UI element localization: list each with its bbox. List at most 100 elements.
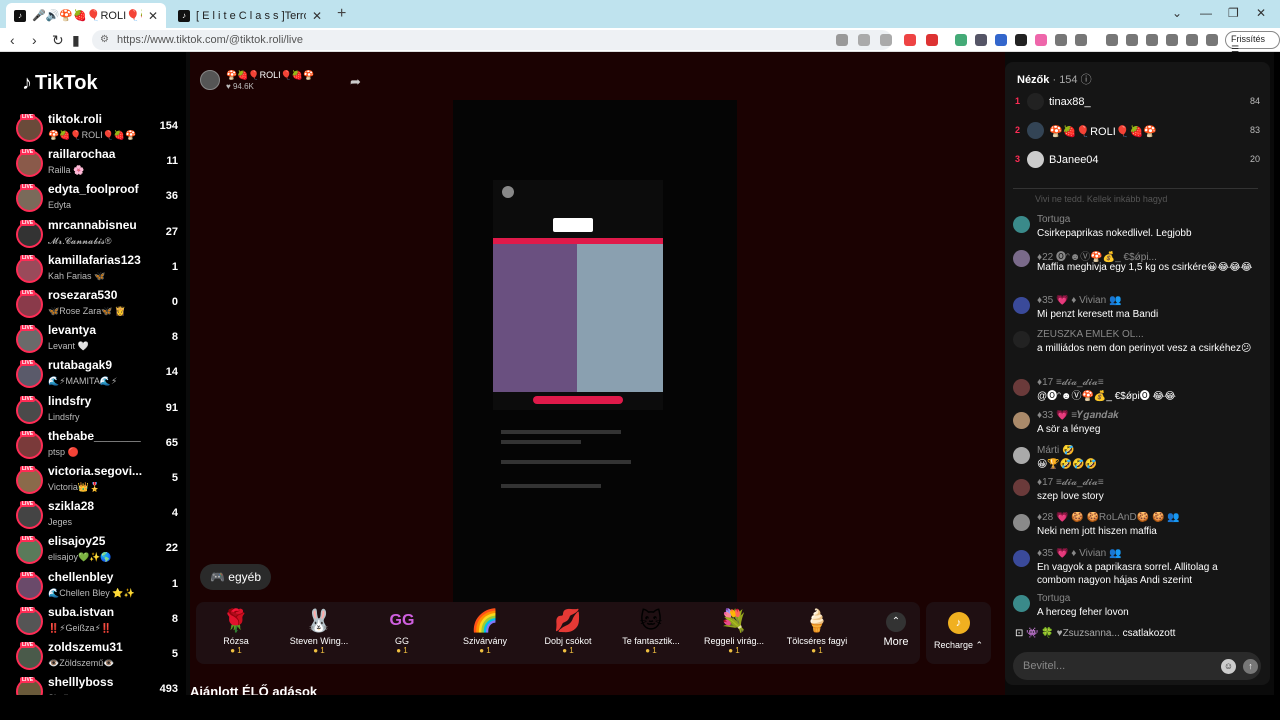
chat-username[interactable]: Tortuga	[1037, 214, 1257, 225]
chat-avatar[interactable]	[1013, 447, 1030, 464]
account-avatar[interactable]: LIVE	[16, 290, 43, 318]
account-avatar[interactable]: LIVE	[16, 395, 43, 424]
account-username[interactable]: chellenbley	[48, 570, 146, 584]
account-avatar[interactable]: LIVE	[16, 677, 43, 695]
chat-username[interactable]: ♦35 💗 ♦ Vivian 👥	[1037, 548, 1257, 559]
sidebar-account[interactable]: LIVE zoldszemu31 👁️Zöldszemű👁️ 5	[16, 640, 186, 675]
sidebar-account[interactable]: LIVE mrcannabisneu 𝓜𝓻.𝓒𝓪𝓷𝓷𝓪𝓫𝓲𝓼® 27	[16, 218, 186, 253]
sidebar-account[interactable]: LIVE elisajoy25 elisajoy💚✨🌎 22	[16, 534, 186, 569]
brave-shield-icon[interactable]	[904, 34, 916, 46]
url-field[interactable]: ⚙ https://www.tiktok.com/@tiktok.roli/li…	[92, 30, 892, 50]
account-avatar[interactable]: LIVE	[16, 571, 43, 600]
chat-username[interactable]: ♦33 💗 ≡𝒀𝒈𝒂𝒏𝒅𝒂𝒌	[1037, 410, 1257, 421]
chat-username[interactable]: ♦17 ≡𝓭𝓲𝓪_𝓭𝓲𝓪≡	[1037, 377, 1257, 388]
account-username[interactable]: elisajoy25	[48, 534, 146, 548]
extensions-icon[interactable]	[1055, 34, 1067, 46]
sidebar-account[interactable]: LIVE szikla28 Jeges 4	[16, 499, 186, 534]
chat-username[interactable]: ♦17 ≡𝓭𝓲𝓪_𝓭𝓲𝓪≡	[1037, 477, 1257, 488]
rewards-icon[interactable]	[926, 34, 938, 46]
sidebar-account[interactable]: LIVE chellenbley 🌊Chellen Bley ⭐✨ 1	[16, 570, 186, 605]
sidebar-account[interactable]: LIVE rosezara530 🦋Rose Zara🦋 👸 0	[16, 288, 186, 323]
sidebar-account[interactable]: LIVE suba.istvan ‼️⚡Geißza⚡‼️ 8	[16, 605, 186, 640]
chat-avatar[interactable]	[1013, 297, 1030, 314]
top-viewer[interactable]: 2 🍄🍓🎈ROLI🎈🍓🍄 83	[1015, 122, 1260, 142]
account-username[interactable]: kamillafarias123	[48, 253, 146, 267]
viewer-name[interactable]: 🍄🍓🎈ROLI🎈🍓🍄	[1049, 125, 1157, 138]
viewers-header[interactable]: Nézők · 154 ⓘ	[1017, 71, 1092, 87]
reload-icon[interactable]: ↻	[52, 32, 64, 49]
account-username[interactable]: rosezara530	[48, 288, 146, 302]
share-icon[interactable]: ➦	[350, 74, 361, 90]
host-avatar[interactable]	[200, 70, 220, 90]
account-avatar[interactable]: LIVE	[16, 149, 43, 178]
account-avatar[interactable]: LIVE	[16, 114, 43, 142]
account-username[interactable]: suba.istvan	[48, 605, 146, 619]
account-username[interactable]: rutabagak9	[48, 358, 146, 372]
tiktok-logo[interactable]: ♪ TikTok	[22, 72, 98, 95]
chat-username[interactable]: ♦35 💗 ♦ Vivian 👥	[1037, 295, 1257, 306]
gift-item[interactable]: GG GG ● 1	[362, 602, 442, 664]
tab-tiktok-live[interactable]: ♪ 🎤🔊🍄🍓🎈ROLI🎈🍓🍄(@tiktok.roli) is LIVE ✕	[6, 3, 166, 28]
account-avatar[interactable]: LIVE	[16, 606, 43, 635]
gift-item[interactable]: 🍦 Tölcséres fagyi ● 1	[777, 602, 857, 664]
tab-elite-class[interactable]: ♪ [ E l i t e C l a s s ]TerrorMe ✕	[170, 3, 330, 28]
account-username[interactable]: thebabe_______	[48, 429, 146, 443]
screenshot-icon[interactable]	[1075, 34, 1087, 46]
video-player[interactable]	[453, 100, 737, 605]
send-icon[interactable]: ↑	[1243, 659, 1258, 674]
download-icon[interactable]	[1106, 34, 1118, 46]
close-tab-icon[interactable]: ✕	[312, 9, 322, 23]
top-viewer[interactable]: 3 BJanee04 20	[1015, 151, 1260, 171]
extension-icon[interactable]	[1015, 34, 1027, 46]
chat-avatar[interactable]	[1013, 550, 1030, 567]
zoom-icon[interactable]	[858, 34, 870, 46]
sidebar-account[interactable]: LIVE victoria.segovi... Victoria👑🎖️ 5	[16, 464, 186, 499]
account-avatar[interactable]: LIVE	[16, 501, 43, 530]
tab-list-chevron-icon[interactable]: ⌄	[1172, 6, 1182, 20]
chat-avatar[interactable]	[1013, 379, 1030, 396]
chat-username[interactable]: ♦28 💗 🍪 🍪RoLAnD🍪 🍪 👥	[1037, 512, 1257, 523]
new-tab-icon[interactable]: +	[337, 5, 346, 23]
gift-item[interactable]: 🐰 Steven Wing... ● 1	[279, 602, 359, 664]
chat-avatar[interactable]	[1013, 250, 1030, 267]
account-username[interactable]: levantya	[48, 323, 146, 337]
account-username[interactable]: victoria.segovi...	[48, 464, 146, 478]
account-avatar[interactable]: LIVE	[16, 360, 43, 389]
viewer-name[interactable]: tinax88_	[1049, 96, 1091, 108]
account-username[interactable]: tiktok.roli	[48, 112, 146, 126]
viewer-avatar[interactable]	[1027, 93, 1044, 110]
account-username[interactable]: raillarochaa	[48, 147, 146, 161]
account-avatar[interactable]: LIVE	[16, 325, 43, 354]
account-username[interactable]: zoldszemu31	[48, 640, 146, 654]
chat-username[interactable]: Tortuga	[1037, 593, 1257, 604]
emoji-icon[interactable]: ☺	[1221, 659, 1236, 674]
sidebar-icon[interactable]	[1146, 34, 1158, 46]
sidebar-account[interactable]: LIVE edyta_foolproof Edyta 36	[16, 182, 186, 217]
chat-avatar[interactable]	[1013, 514, 1030, 531]
site-info-icon[interactable]: ⚙	[100, 34, 109, 45]
sidebar-account[interactable]: LIVE lindsfry Lindsfry 91	[16, 394, 186, 429]
top-viewer[interactable]: 1 tinax88_ 84	[1015, 93, 1260, 113]
host-name[interactable]: 🍄🍓🎈ROLI🎈🍓🍄	[226, 70, 314, 81]
recharge-button[interactable]: ♪ Recharge ⌃	[926, 602, 991, 664]
account-avatar[interactable]: LIVE	[16, 254, 43, 283]
sidebar-account[interactable]: LIVE raillarochaa Railla 🌸 11	[16, 147, 186, 182]
account-avatar[interactable]: LIVE	[16, 430, 43, 459]
account-avatar[interactable]: LIVE	[16, 536, 43, 565]
other-category-button[interactable]: 🎮 egyéb	[200, 564, 271, 590]
gift-item[interactable]: 💐 Reggeli virág... ● 1	[694, 602, 774, 664]
account-username[interactable]: mrcannabisneu	[48, 218, 146, 232]
chat-avatar[interactable]	[1013, 331, 1030, 348]
info-icon[interactable]: ⓘ	[1081, 74, 1092, 86]
viewer-name[interactable]: BJanee04	[1049, 154, 1099, 166]
extension-icon[interactable]	[995, 34, 1007, 46]
join-user[interactable]: 👾 🍀 ♥Zsuzsanna...	[1026, 628, 1120, 639]
leo-icon[interactable]	[1186, 34, 1198, 46]
gift-item[interactable]: 🐱 Te fantasztik... ● 1	[611, 602, 691, 664]
gift-item[interactable]: 💋 Dobj csókot ● 1	[528, 602, 608, 664]
account-username[interactable]: shelllyboss	[48, 675, 146, 689]
more-gifts-button[interactable]: ⌃ More	[876, 602, 916, 664]
chat-username[interactable]: Márti 🤣	[1037, 445, 1257, 456]
extension-icon[interactable]	[1035, 34, 1047, 46]
sidebar-account[interactable]: LIVE tiktok.roli 🍄🍓🎈ROLI🎈🍓🍄 154	[16, 112, 186, 147]
